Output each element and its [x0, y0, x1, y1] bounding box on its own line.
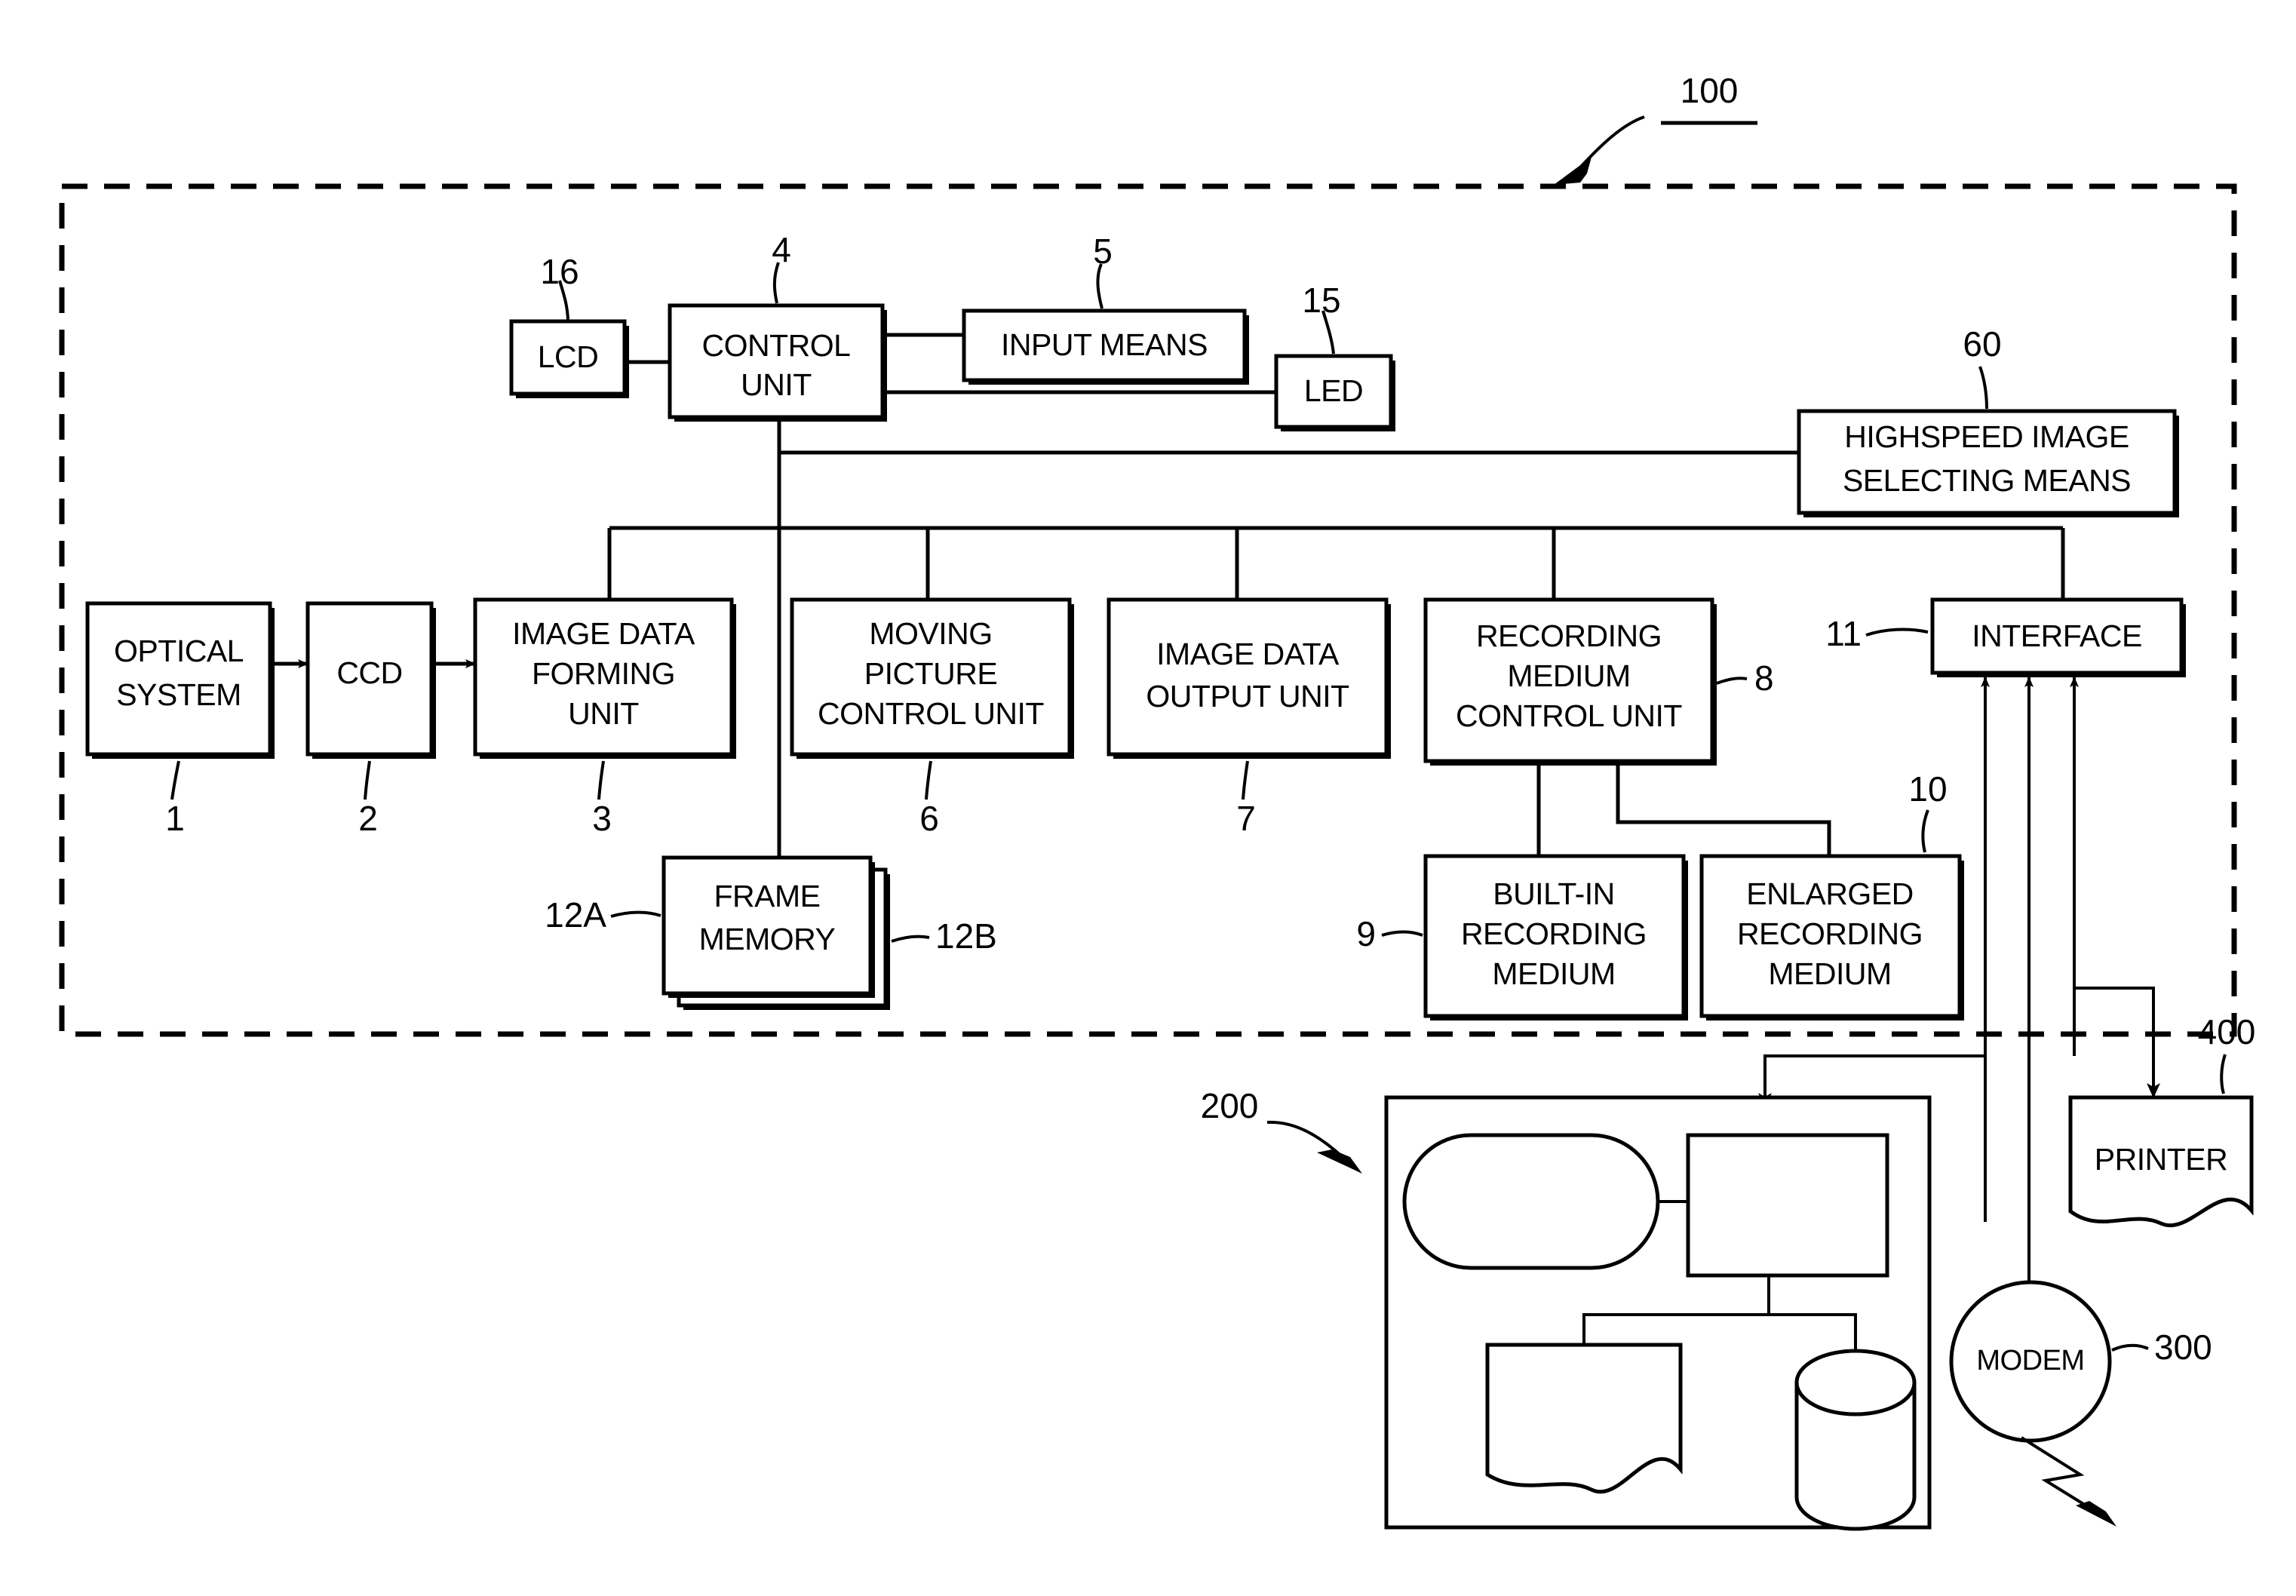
modem-line-out-arrow	[2076, 1501, 2116, 1527]
ref-label-7: 7	[1236, 799, 1256, 838]
block-label-printer: PRINTER	[2095, 1142, 2227, 1177]
ref-leader-9	[1381, 930, 1423, 937]
block-label-imgform-line2: FORMING	[532, 656, 675, 691]
ref-label-12B: 12B	[935, 916, 997, 956]
block-highspeed-image-selecting-means[interactable]: HIGHSPEED IMAGE SELECTING MEANS	[1797, 409, 2179, 517]
ref-leader-11	[1865, 628, 1929, 637]
ref-leader-2	[364, 760, 371, 800]
block-printer[interactable]: PRINTER	[2068, 1095, 2254, 1227]
block-label-recmed-line3: CONTROL UNIT	[1456, 698, 1682, 733]
ref-label-16: 16	[540, 252, 579, 291]
ref-label-10: 10	[1908, 769, 1947, 809]
block-label-enlarged-line1: ENLARGED	[1746, 876, 1914, 911]
ref-label-1: 1	[165, 799, 185, 838]
ref-label-400: 400	[2198, 1012, 2256, 1051]
block-label-lcd: LCD	[538, 339, 599, 374]
block-label-imgform-line3: UNIT	[568, 696, 639, 731]
ref-label-9: 9	[1356, 914, 1376, 953]
ref-leader-7	[1242, 760, 1249, 800]
ref-label-200: 200	[1201, 1086, 1259, 1125]
block-builtin-recording-medium[interactable]: BUILT-IN RECORDING MEDIUM	[1423, 854, 1688, 1021]
ref-arrow-100	[1554, 157, 1592, 185]
ref-leader-10	[1921, 809, 1929, 853]
block-label-moving-line2: PICTURE	[864, 656, 997, 691]
ref-label-2: 2	[358, 799, 378, 838]
block-image-data-forming-unit[interactable]: IMAGE DATA FORMING UNIT	[473, 597, 736, 759]
block-label-input-means: INPUT MEANS	[1001, 327, 1208, 362]
block-image-data-output-unit[interactable]: IMAGE DATA OUTPUT UNIT	[1107, 597, 1391, 759]
ref-label-6: 6	[919, 799, 939, 838]
block-lcd[interactable]: LCD	[509, 319, 629, 398]
ref-label-11: 11	[1825, 614, 1862, 653]
computer-disk-top	[1794, 1349, 1917, 1416]
block-input-means[interactable]: INPUT MEANS	[962, 308, 1249, 385]
ref-label-15: 15	[1302, 281, 1340, 320]
ref-label-60: 60	[1963, 324, 2001, 364]
ref-leader-300	[2111, 1343, 2149, 1352]
block-label-builtin-line2: RECORDING	[1461, 916, 1647, 951]
ref-label-4: 4	[772, 230, 791, 269]
block-ccd[interactable]: CCD	[305, 601, 436, 759]
ref-arrow-200	[1317, 1149, 1362, 1174]
block-label-optical-line2: SYSTEM	[116, 677, 241, 712]
ref-leader-60	[1978, 366, 1988, 410]
computer-cpu-box	[1686, 1133, 1889, 1278]
block-control-unit[interactable]: CONTROL UNIT	[668, 303, 887, 422]
ref-label-8: 8	[1754, 658, 1774, 698]
block-led[interactable]: LED	[1274, 354, 1395, 431]
block-label-framemem-line1: FRAME	[714, 879, 821, 913]
block-frame-memory[interactable]: FRAME MEMORY	[661, 855, 890, 1010]
ref-label-12A: 12A	[545, 895, 606, 935]
block-label-highspeed-line2: SELECTING MEANS	[1843, 463, 2131, 498]
block-label-imgout-line1: IMAGE DATA	[1156, 637, 1340, 671]
ref-leader-400	[2220, 1054, 2227, 1094]
block-label-highspeed-line1: HIGHSPEED IMAGE	[1844, 419, 2129, 454]
block-label-enlarged-line3: MEDIUM	[1768, 956, 1891, 991]
ref-leader-12A	[610, 910, 661, 918]
block-interface[interactable]: INTERFACE	[1930, 597, 2186, 677]
block-label-interface: INTERFACE	[1972, 618, 2142, 653]
ref-leader-1	[170, 760, 180, 800]
block-label-control-line2: UNIT	[741, 367, 812, 402]
computer-terminal-icon	[1402, 1133, 1660, 1270]
block-label-control-line1: CONTROL	[702, 328, 851, 363]
wire-interface-to-printer	[2074, 987, 2160, 1098]
block-label-recmed-line1: RECORDING	[1476, 618, 1662, 653]
block-label-moving-line1: MOVING	[869, 616, 992, 651]
ref-label-300: 300	[2154, 1327, 2212, 1367]
block-label-ccd: CCD	[336, 655, 402, 690]
block-label-imgform-line1: IMAGE DATA	[512, 616, 695, 651]
ref-label-5: 5	[1093, 232, 1113, 271]
block-label-recmed-line2: MEDIUM	[1507, 658, 1630, 693]
block-label-led: LED	[1304, 373, 1363, 408]
block-optical-system[interactable]: OPTICAL SYSTEM	[85, 601, 275, 759]
block-diagram: 100 LCD 16 CONTROL UNIT 4 INPUT MEANS 5 …	[59, 71, 2256, 1531]
block-computer-system[interactable]	[1384, 1095, 1932, 1531]
block-label-builtin-line3: MEDIUM	[1492, 956, 1615, 991]
block-recording-medium-control-unit[interactable]: RECORDING MEDIUM CONTROL UNIT	[1423, 597, 1717, 766]
block-enlarged-recording-medium[interactable]: ENLARGED RECORDING MEDIUM	[1699, 854, 1964, 1021]
patent-figure-canvas: 100 LCD 16 CONTROL UNIT 4 INPUT MEANS 5 …	[0, 0, 2296, 1596]
block-label-modem: MODEM	[1976, 1345, 2084, 1377]
ref-leader-3	[597, 760, 605, 800]
ref-label-3: 3	[592, 799, 612, 838]
ref-leader-6	[925, 760, 932, 800]
block-label-builtin-line1: BUILT-IN	[1493, 876, 1615, 911]
ref-leader-8	[1716, 677, 1748, 685]
block-label-optical-line1: OPTICAL	[114, 634, 244, 668]
block-modem[interactable]: MODEM	[1949, 1280, 2112, 1443]
ref-leader-12B	[891, 935, 930, 943]
ref-label-100: 100	[1681, 71, 1739, 110]
block-label-enlarged-line2: RECORDING	[1737, 916, 1923, 951]
wire-recmed-enlarged	[1616, 766, 1831, 856]
block-label-imgout-line2: OUTPUT UNIT	[1146, 679, 1349, 714]
block-label-framemem-line2: MEMORY	[699, 922, 836, 956]
block-label-moving-line3: CONTROL UNIT	[818, 696, 1044, 731]
block-moving-picture-control-unit[interactable]: MOVING PICTURE CONTROL UNIT	[790, 597, 1074, 759]
